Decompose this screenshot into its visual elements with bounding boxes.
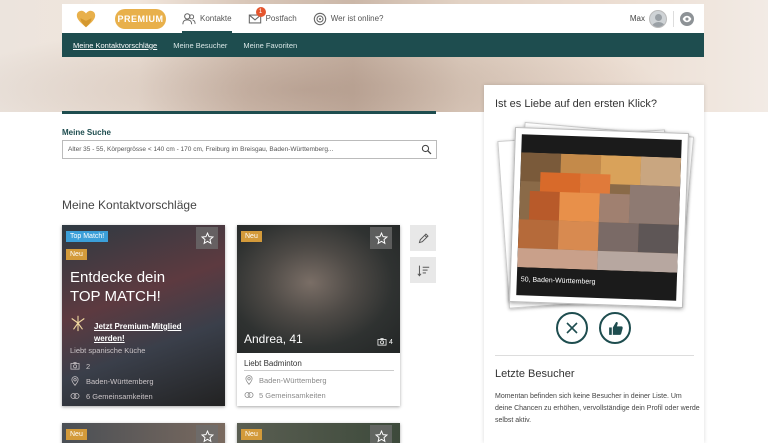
- profile-card-partial[interactable]: Neu: [237, 423, 400, 443]
- location-pin-icon: [245, 375, 253, 385]
- avatar: [649, 9, 667, 28]
- profile-location: Baden-Württemberg: [244, 375, 327, 385]
- top-match-headline: Entdecke dein TOP MATCH!: [70, 268, 165, 306]
- top-match-headline-line2: TOP MATCH!: [70, 288, 161, 305]
- close-icon: [566, 322, 578, 334]
- sort-icon: [416, 265, 429, 277]
- top-match-headline-line1: Entdecke dein: [70, 269, 166, 286]
- candidate-photo-card[interactable]: 50, Baden-Württemberg: [508, 127, 690, 308]
- star-icon: [374, 231, 388, 244]
- profile-common: 5 Gemeinsamkeiten: [244, 390, 326, 400]
- profile-photo-count-text: 4: [389, 338, 393, 346]
- top-match-common: 6 Gemeinsamkeiten: [70, 391, 153, 401]
- section-title: Meine Kontaktvorschläge: [62, 198, 197, 212]
- rings-icon: [70, 393, 80, 399]
- eye-icon[interactable]: [680, 11, 694, 26]
- recent-visitors-empty-text: Momentan befinden sich keine Besucher in…: [495, 393, 700, 424]
- user-name: Max: [629, 14, 645, 23]
- recent-visitors-title: Letzte Besucher: [495, 368, 575, 380]
- profile-likes: Liebt Badminton: [244, 359, 302, 368]
- subnav-my-visitors[interactable]: Meine Besucher: [173, 41, 227, 50]
- location-pin-icon: [71, 376, 79, 386]
- new-tag: Neu: [66, 249, 87, 260]
- divider: [495, 355, 694, 356]
- star-icon: [200, 429, 214, 442]
- star-icon: [200, 231, 214, 244]
- candidate-photo-pixelated: [517, 152, 682, 273]
- user-menu[interactable]: Max: [629, 9, 704, 28]
- profile-photo-count: 4: [377, 337, 393, 347]
- accent-bar: [62, 111, 436, 114]
- top-match-tag: Top Match!: [66, 231, 109, 242]
- firework-icon: [71, 315, 85, 332]
- search-icon[interactable]: [421, 144, 432, 155]
- camera-icon: [377, 338, 387, 346]
- premium-button[interactable]: PREMIUM: [115, 8, 166, 29]
- nav-contacts-label: Kontakte: [200, 14, 232, 23]
- nav-mailbox-label: Postfach: [265, 14, 297, 23]
- favorite-button[interactable]: [370, 227, 392, 249]
- rings-icon: [244, 392, 254, 398]
- match-game-title: Ist es Liebe auf den ersten Klick?: [495, 98, 658, 110]
- camera-icon: [70, 362, 80, 370]
- candidate-caption: 50, Baden-Württemberg: [520, 276, 596, 286]
- top-match-photo-count: 2: [86, 361, 91, 371]
- premium-cta-link[interactable]: Jetzt Premium-Mitglied werden!: [94, 321, 182, 345]
- search-input[interactable]: Alter 35 - 55, Körpergrösse < 140 cm - 1…: [62, 140, 437, 159]
- match-game-panel: Ist es Liebe auf den ersten Klick? 50, B…: [484, 85, 704, 443]
- nav-who-is-online-label: Wer ist online?: [330, 14, 384, 23]
- mail-badge: 1: [255, 6, 266, 17]
- new-tag: Neu: [241, 231, 262, 242]
- subnav-contact-suggestions[interactable]: Meine Kontaktvorschläge: [73, 41, 157, 50]
- thumbs-up-icon: [608, 321, 623, 335]
- candidate-photo-frame: 50, Baden-Württemberg: [516, 134, 682, 301]
- favorite-button[interactable]: [370, 425, 392, 443]
- sub-navigation: Meine Kontaktvorschläge Meine Besucher M…: [62, 33, 704, 57]
- top-match-card[interactable]: Top Match! Neu Entdecke dein TOP MATCH! …: [62, 225, 225, 406]
- top-match-common-text: 6 Gemeinsamkeiten: [86, 391, 153, 401]
- favorite-button[interactable]: [196, 227, 218, 249]
- nav-mailbox[interactable]: 1 Postfach: [248, 4, 297, 33]
- favorite-button[interactable]: [196, 425, 218, 443]
- premium-cta-line2: werden!: [94, 334, 125, 343]
- heart-logo-icon[interactable]: [75, 8, 97, 30]
- premium-cta-line1: Jetzt Premium-Mitglied: [94, 322, 182, 331]
- top-match-location-text: Baden-Württemberg: [86, 376, 154, 386]
- profile-card-partial[interactable]: Neu: [62, 423, 225, 443]
- top-navigation: PREMIUM Kontakte 1 Postfach Wer ist onli…: [62, 4, 704, 33]
- nav-contacts[interactable]: Kontakte: [182, 4, 232, 33]
- top-match-photos: 2: [70, 361, 90, 371]
- top-match-likes: Liebt spanische Küche: [70, 346, 146, 355]
- nav-who-is-online[interactable]: Wer ist online?: [313, 4, 384, 33]
- star-icon: [374, 429, 388, 442]
- profile-common-text: 5 Gemeinsamkeiten: [259, 390, 326, 400]
- dislike-button[interactable]: [556, 312, 588, 344]
- pencil-icon: [418, 232, 429, 243]
- divider: [673, 10, 674, 27]
- sort-button[interactable]: [410, 257, 436, 283]
- subnav-my-favorites[interactable]: Meine Favoriten: [243, 41, 297, 50]
- search-label: Meine Suche: [62, 128, 111, 137]
- new-tag: Neu: [241, 429, 262, 440]
- like-button[interactable]: [599, 312, 631, 344]
- photo-stack: 50, Baden-Württemberg: [497, 121, 695, 315]
- profile-card-andrea[interactable]: Neu Andrea, 41 4 Liebt Badminton Baden-W…: [237, 225, 400, 406]
- new-tag: Neu: [66, 429, 87, 440]
- profile-name: Andrea, 41: [244, 332, 303, 346]
- divider: [244, 370, 394, 371]
- contacts-icon: [182, 12, 196, 24]
- online-icon: [313, 12, 326, 25]
- top-match-location: Baden-Württemberg: [70, 376, 154, 386]
- profile-location-text: Baden-Württemberg: [259, 375, 327, 385]
- mail-icon-wrap: 1: [248, 6, 266, 26]
- edit-search-button[interactable]: [410, 225, 436, 251]
